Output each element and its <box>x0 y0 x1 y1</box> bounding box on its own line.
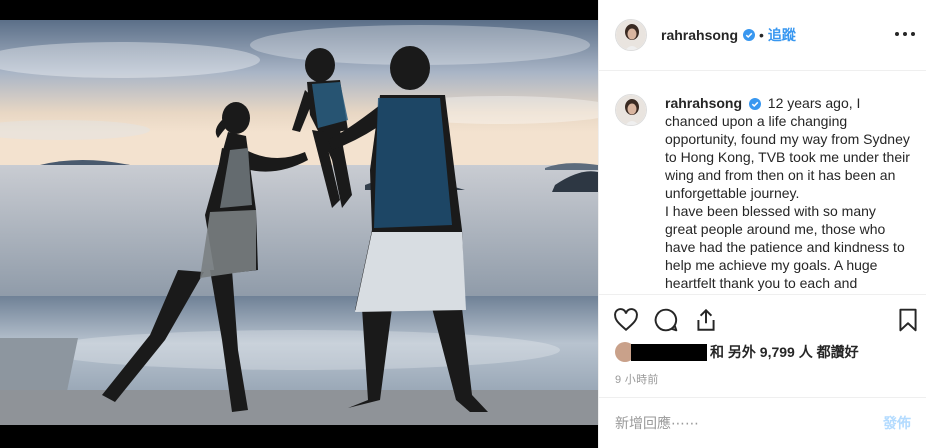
action-bar <box>599 294 926 340</box>
verified-badge-icon <box>743 29 756 41</box>
avatar[interactable] <box>615 19 647 51</box>
photo-pane <box>0 0 598 448</box>
post-header: rahrahsong • 追蹤 <box>599 0 926 71</box>
caption-body-2: I have been blessed with so many great p… <box>665 203 905 291</box>
username-link[interactable]: rahrahsong <box>661 27 738 43</box>
caption-text: rahrahsong 12 years ago, I chanced upon … <box>665 94 911 294</box>
likes-count-text[interactable]: 和 另外 9,799 人 都讚好 <box>710 342 859 362</box>
comment-bar: 新增回應⋯⋯ 發佈 <box>599 397 926 448</box>
post-photo[interactable] <box>0 20 598 425</box>
share-icon[interactable] <box>693 307 719 333</box>
bookmark-icon[interactable] <box>895 307 921 333</box>
comment-input[interactable]: 新增回應⋯⋯ <box>615 413 883 433</box>
caption-avatar[interactable] <box>615 94 647 126</box>
post-timestamp[interactable]: 9 小時前 <box>615 371 659 387</box>
post-comment-button[interactable]: 發佈 <box>883 413 911 433</box>
follow-button[interactable]: 追蹤 <box>768 25 796 45</box>
caption: rahrahsong 12 years ago, I chanced upon … <box>599 72 926 294</box>
caption-username-link[interactable]: rahrahsong <box>665 95 742 111</box>
verified-badge-icon <box>748 98 761 111</box>
redacted-username <box>631 343 707 361</box>
comment-icon[interactable] <box>653 307 679 333</box>
separator-dot: • <box>759 27 764 43</box>
heart-icon[interactable] <box>613 307 639 333</box>
likes-summary[interactable]: 和 另外 9,799 人 都讚好 <box>615 342 859 362</box>
post-side-panel: rahrahsong • 追蹤 rahrahsong 12 years ago,… <box>598 0 926 448</box>
more-options-icon[interactable] <box>895 24 915 44</box>
